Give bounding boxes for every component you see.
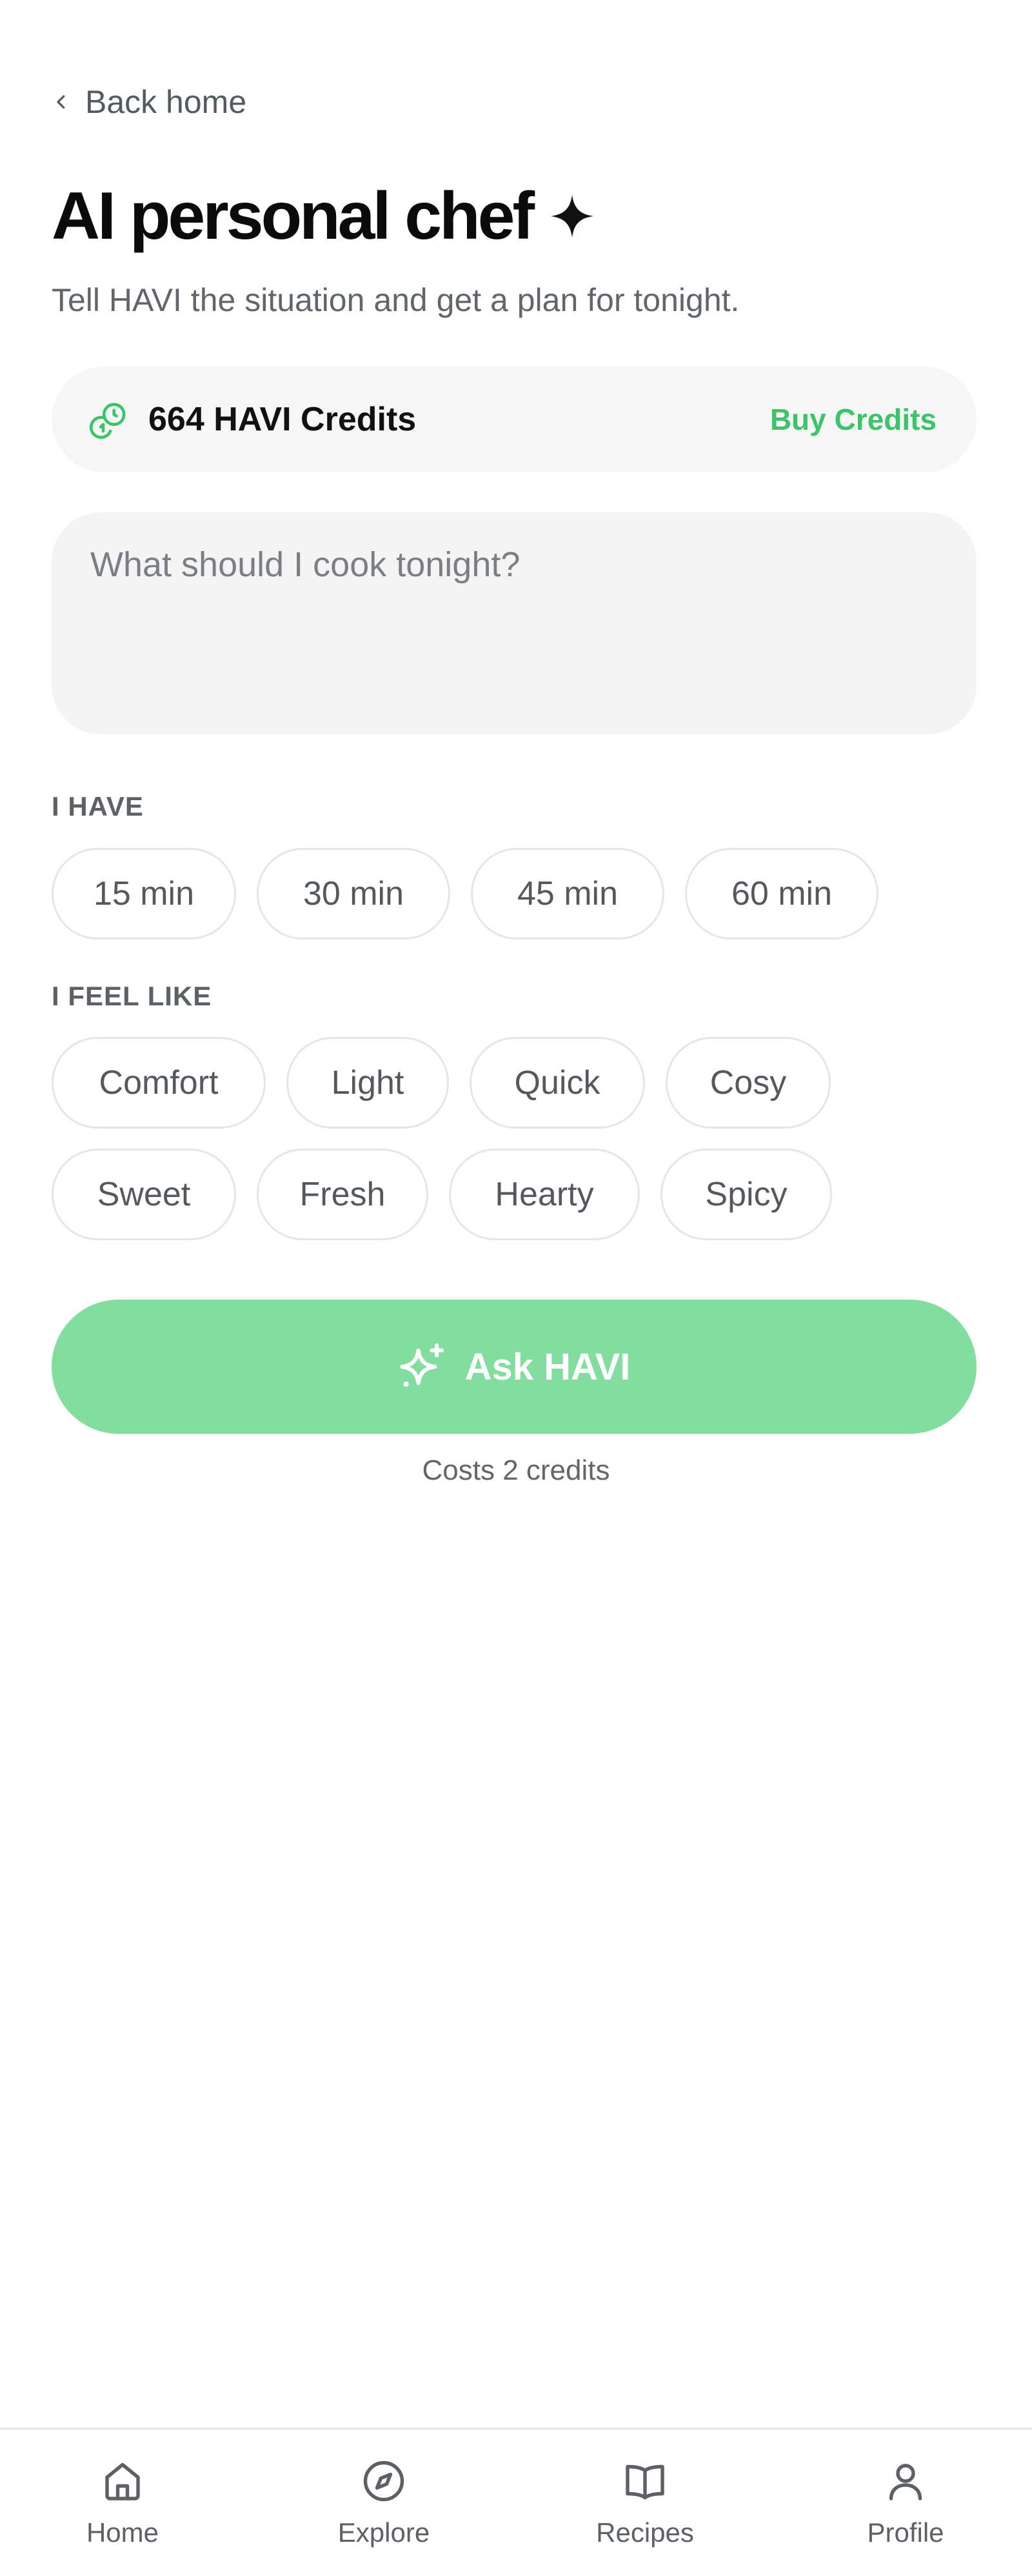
- back-home-link[interactable]: Back home: [52, 83, 246, 121]
- credits-card: 664 HAVI Credits Buy Credits: [52, 367, 977, 472]
- sparkle-icon: [551, 195, 594, 237]
- time-chip-60[interactable]: 60 min: [685, 848, 878, 940]
- nav-recipes[interactable]: Recipes: [561, 2430, 729, 2576]
- mood-chip-light[interactable]: Light: [286, 1037, 449, 1129]
- nav-profile[interactable]: Profile: [822, 2430, 989, 2576]
- nav-explore-label: Explore: [337, 2517, 430, 2548]
- buy-credits-link[interactable]: Buy Credits: [770, 402, 937, 437]
- nav-profile-label: Profile: [867, 2517, 944, 2548]
- page-subtitle: Tell HAVI the situation and get a plan f…: [52, 282, 740, 318]
- mood-chip-sweet[interactable]: Sweet: [52, 1149, 236, 1240]
- home-icon: [105, 2462, 140, 2501]
- mood-chip-cosy[interactable]: Cosy: [666, 1037, 831, 1129]
- mood-chip-comfort[interactable]: Comfort: [52, 1037, 266, 1129]
- compass-icon: [363, 2460, 404, 2502]
- nav-home-label: Home: [86, 2517, 159, 2548]
- mood-chip-fresh[interactable]: Fresh: [257, 1149, 428, 1240]
- nav-explore[interactable]: Explore: [300, 2430, 468, 2576]
- coins-icon: [89, 403, 126, 439]
- user-icon: [889, 2464, 922, 2501]
- mood-chip-hearty[interactable]: Hearty: [449, 1149, 640, 1240]
- time-chip-45[interactable]: 45 min: [471, 848, 664, 940]
- sparkles-icon: [399, 1343, 444, 1387]
- mood-options-row-1: Comfort Light Quick Cosy: [52, 1037, 831, 1129]
- time-section-label: I HAVE: [52, 791, 144, 821]
- chevron-left-icon: [57, 95, 65, 109]
- ask-havi-label: Ask HAVI: [464, 1345, 631, 1388]
- time-options: 15 min 30 min 45 min 60 min: [52, 848, 878, 940]
- ask-havi-button[interactable]: Ask HAVI: [52, 1300, 977, 1434]
- cost-note: Costs 2 credits: [422, 1454, 610, 1486]
- prompt-input[interactable]: [52, 512, 977, 734]
- bottom-nav: Home Explore Recipes Profile: [0, 2428, 1032, 2576]
- ai-chef-page: Back home AI personal chef Tell HAVI the…: [0, 0, 1032, 2576]
- time-chip-30[interactable]: 30 min: [257, 848, 450, 940]
- mood-options-row-2: Sweet Fresh Hearty Spicy: [52, 1149, 832, 1240]
- mood-chip-spicy[interactable]: Spicy: [660, 1149, 832, 1240]
- back-home-label: Back home: [85, 84, 247, 120]
- mood-section-label: I FEEL LIKE: [52, 981, 212, 1011]
- page-title: AI personal chef: [52, 178, 535, 254]
- nav-home[interactable]: Home: [39, 2430, 206, 2576]
- nav-recipes-label: Recipes: [596, 2517, 694, 2548]
- book-icon: [626, 2464, 664, 2500]
- mood-chip-quick[interactable]: Quick: [470, 1037, 645, 1129]
- time-chip-15[interactable]: 15 min: [52, 848, 236, 940]
- page-header: AI personal chef: [52, 174, 595, 258]
- credits-balance: 664 HAVI Credits: [148, 401, 417, 438]
